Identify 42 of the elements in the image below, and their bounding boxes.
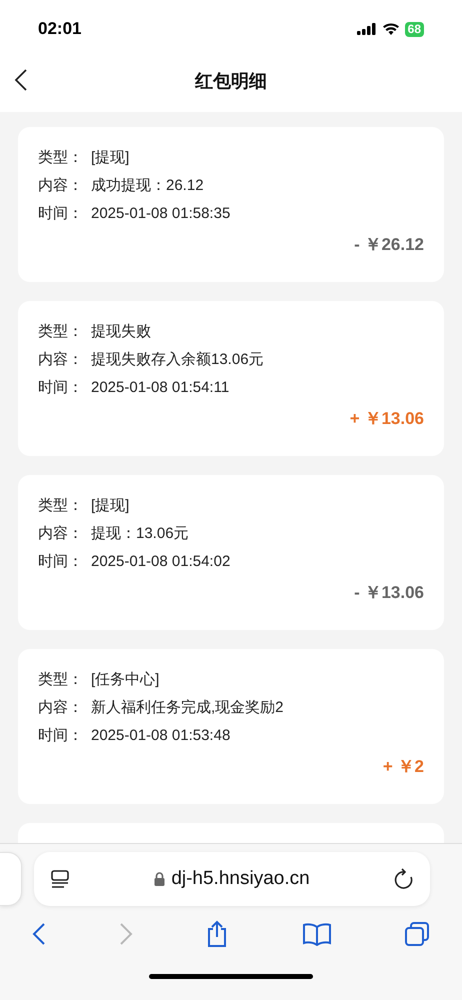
- wifi-icon: [382, 23, 399, 35]
- field-value: [提现]: [91, 496, 130, 516]
- field-label: 类型：: [38, 148, 84, 168]
- field-value: 新人福利任务完成,现金奖励2: [91, 698, 284, 718]
- amount: + ￥2: [382, 756, 424, 778]
- field-value: 2025-01-08 01:58:35: [91, 204, 230, 224]
- reload-icon[interactable]: [394, 868, 414, 890]
- field-value: 提现失败: [91, 322, 151, 342]
- field-value: 2025-01-08 01:53:48: [91, 726, 230, 746]
- signal-icon: [356, 23, 377, 35]
- field-label: 类型：: [38, 322, 84, 342]
- field-label: 类型：: [38, 496, 84, 516]
- field-label: 时间：: [38, 552, 84, 572]
- field-label: 时间：: [38, 378, 84, 398]
- field-value: [提现]: [91, 148, 130, 168]
- field-label: 时间：: [38, 726, 84, 746]
- field-value: 提现：13.06元: [91, 524, 189, 544]
- tabs-icon[interactable]: [404, 921, 430, 947]
- reader-icon[interactable]: [50, 869, 70, 889]
- book-icon[interactable]: [302, 922, 332, 946]
- address-bar[interactable]: dj-h5.hnsiyao.cn: [34, 852, 430, 906]
- field-label: 内容：: [38, 176, 84, 196]
- amount: + ￥13.06: [350, 408, 424, 430]
- page-title: 红包明细: [195, 70, 267, 92]
- field-label: 内容：: [38, 698, 84, 718]
- share-icon[interactable]: [205, 920, 229, 948]
- amount: - ￥13.06: [354, 582, 424, 604]
- field-value: 2025-01-08 01:54:02: [91, 552, 230, 572]
- field-value: [任务中心]: [91, 670, 160, 690]
- back-icon[interactable]: [14, 68, 28, 92]
- field-value: 成功提现：26.12: [91, 176, 204, 196]
- field-label: 类型：: [38, 670, 84, 690]
- field-label: 内容：: [38, 350, 84, 370]
- url-text: dj-h5.hnsiyao.cn: [171, 866, 310, 891]
- field-label: 时间：: [38, 204, 84, 224]
- field-label: 内容：: [38, 524, 84, 544]
- field-value: 提现失败存入余额13.06元: [91, 350, 264, 370]
- lock-icon: [154, 872, 166, 886]
- battery-indicator: 68: [404, 22, 424, 36]
- field-value: 2025-01-08 01:54:11: [91, 378, 230, 398]
- status-time: 02:01: [38, 18, 82, 40]
- amount: - ￥26.12: [354, 234, 424, 256]
